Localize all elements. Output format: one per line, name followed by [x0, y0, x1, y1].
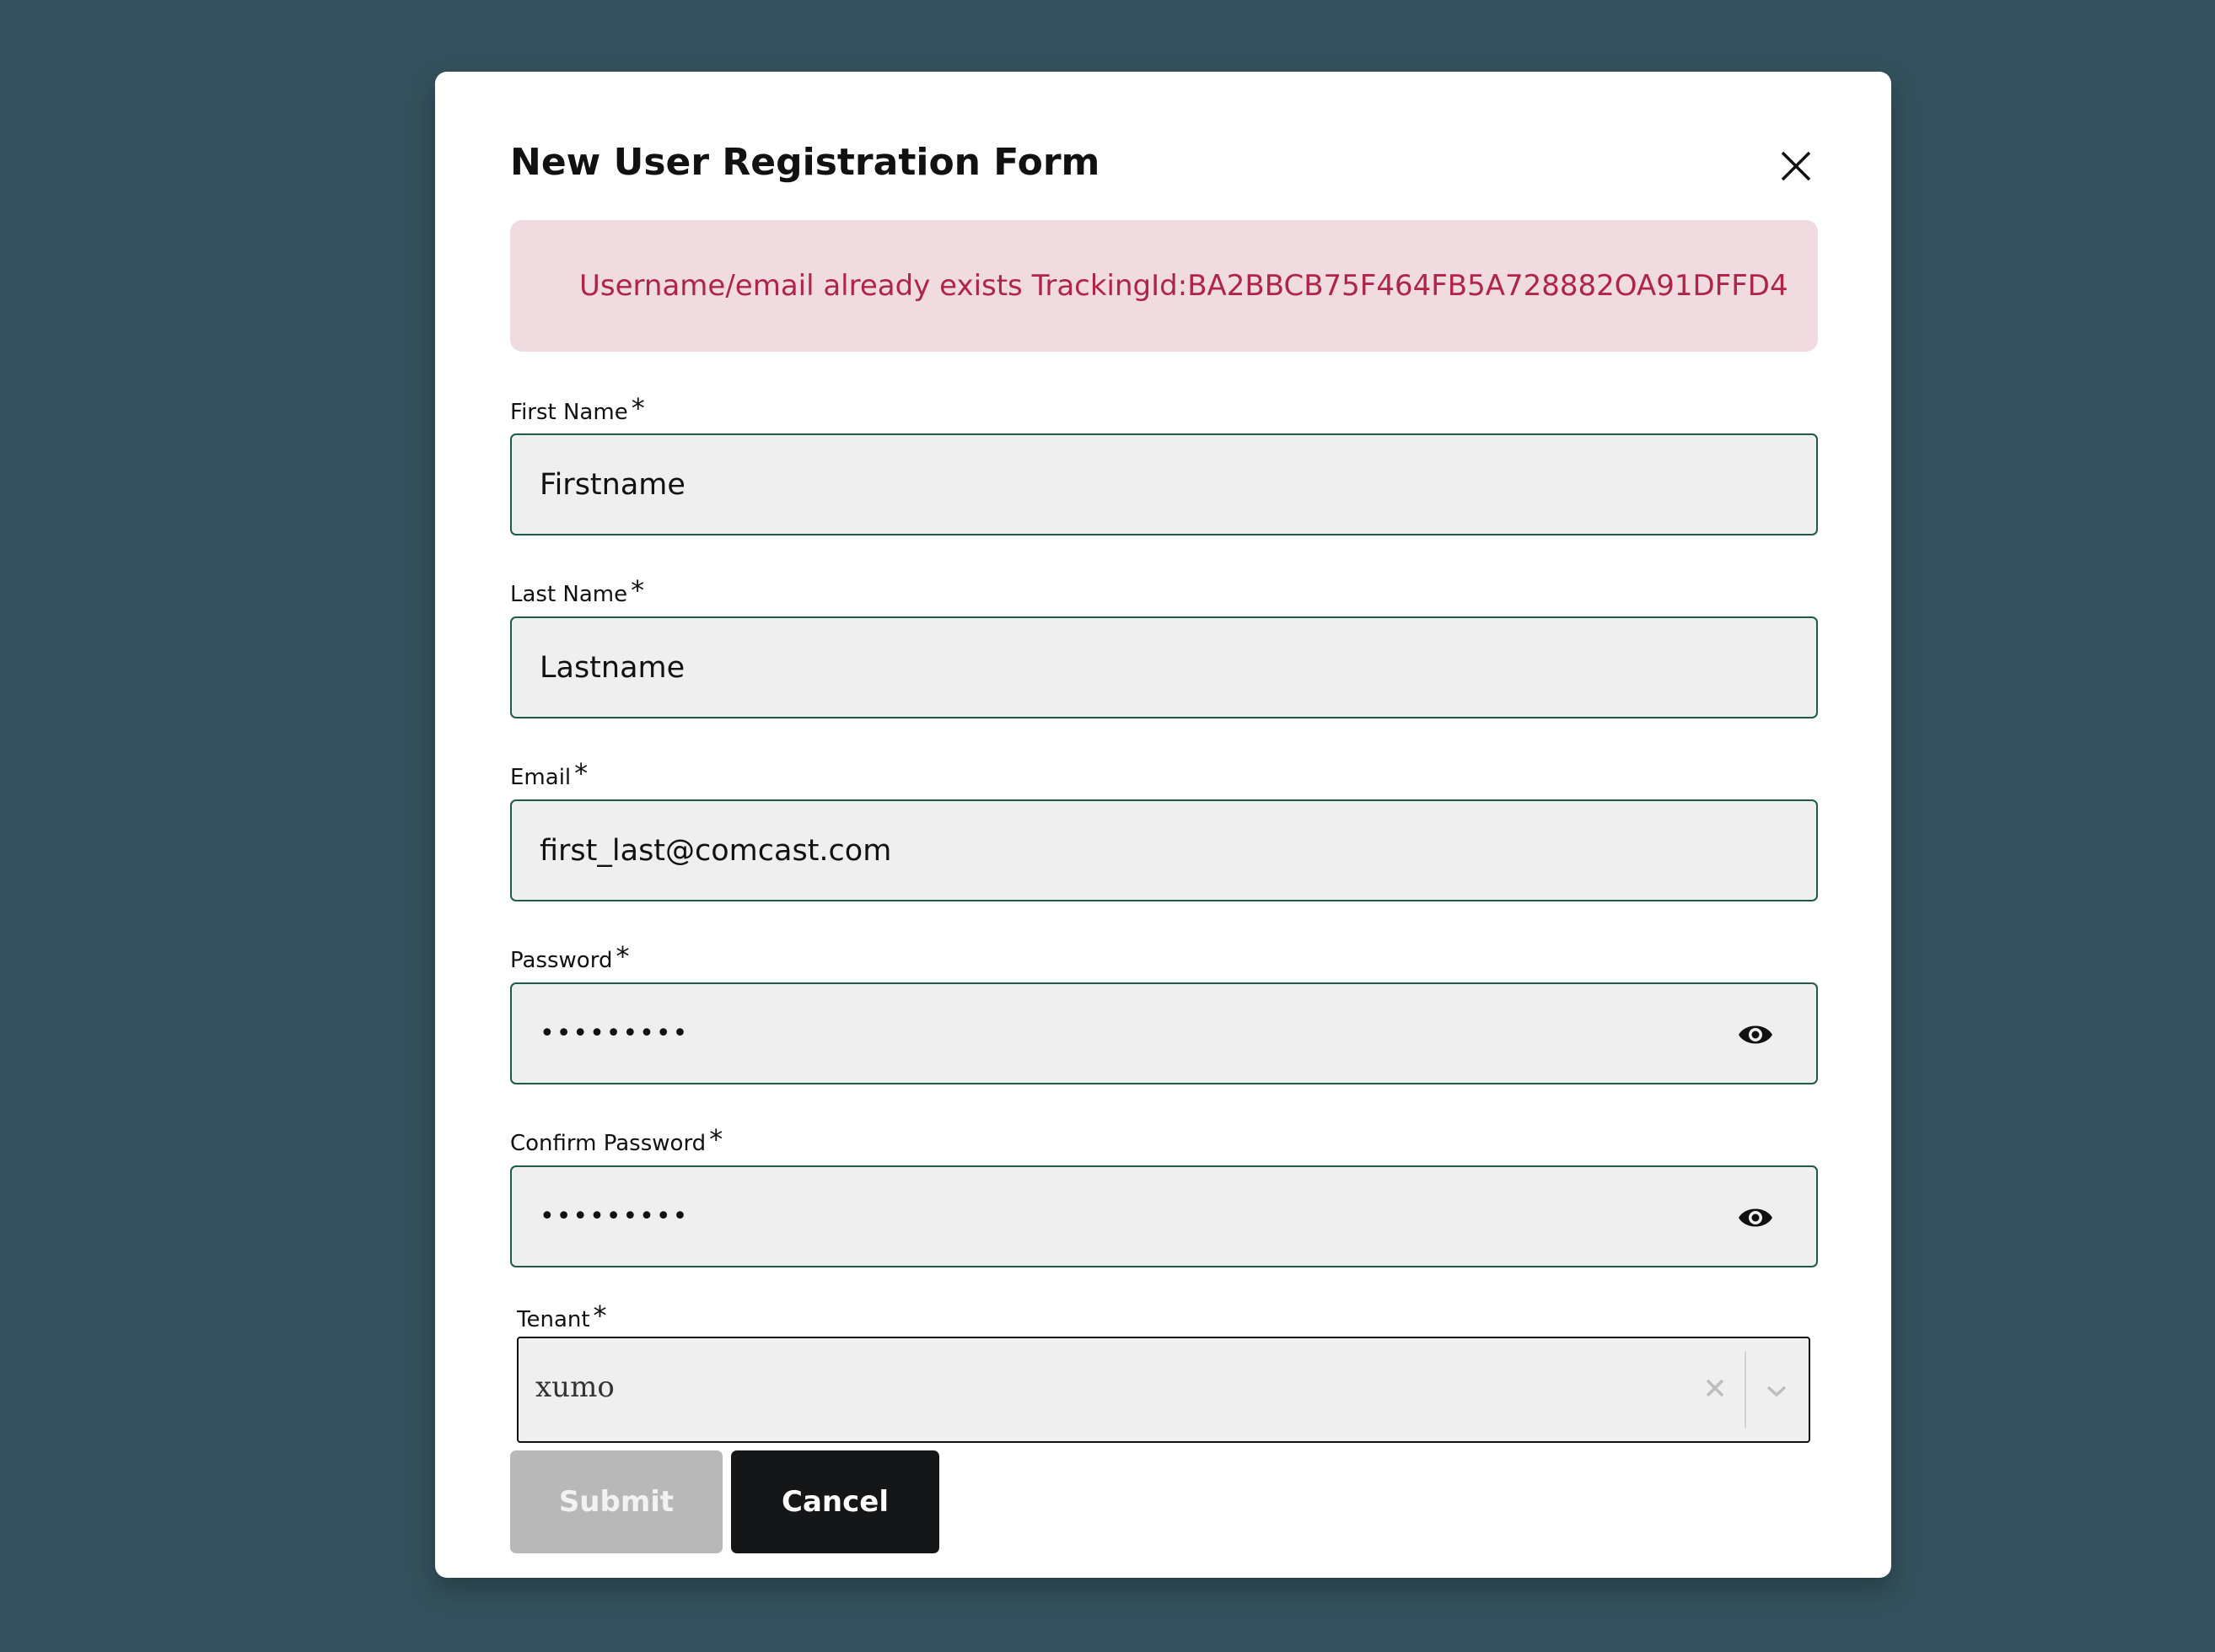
error-message: Username/email already exists TrackingId…	[579, 269, 1788, 303]
tenant-label-text: Tenant	[517, 1307, 590, 1332]
required-mark: *	[574, 757, 589, 789]
confirm-password-input[interactable]	[512, 1167, 1816, 1266]
last-name-label: Last Name *	[510, 574, 645, 608]
required-mark: *	[631, 392, 645, 424]
required-mark: *	[631, 574, 645, 606]
password-label: Password *	[510, 940, 630, 974]
eye-icon[interactable]	[1737, 1018, 1774, 1052]
required-mark: *	[709, 1123, 723, 1155]
last-name-label-text: Last Name	[510, 582, 628, 607]
cancel-button[interactable]: Cancel	[731, 1450, 939, 1553]
submit-button[interactable]: Submit	[510, 1450, 723, 1553]
last-name-input[interactable]	[512, 618, 1816, 717]
confirm-password-label: Confirm Password *	[510, 1123, 723, 1157]
error-alert: Username/email already exists TrackingId…	[510, 220, 1818, 352]
tenant-label: Tenant *	[517, 1300, 607, 1333]
chevron-down-icon[interactable]	[1763, 1380, 1790, 1401]
first-name-label: First Name *	[510, 392, 645, 426]
password-field[interactable]	[510, 982, 1818, 1084]
clear-icon[interactable]	[1704, 1377, 1726, 1399]
confirm-password-field[interactable]	[510, 1165, 1818, 1267]
first-name-field[interactable]	[510, 433, 1818, 535]
first-name-label-text: First Name	[510, 400, 628, 425]
email-label: Email *	[510, 757, 589, 791]
password-input[interactable]	[512, 984, 1816, 1083]
registration-modal: New User Registration Form Username/emai…	[435, 72, 1891, 1578]
select-divider	[1745, 1352, 1746, 1428]
email-input[interactable]	[512, 801, 1816, 900]
confirm-password-label-text: Confirm Password	[510, 1131, 707, 1156]
first-name-input[interactable]	[512, 435, 1816, 534]
required-mark: *	[593, 1300, 607, 1332]
password-label-text: Password	[510, 948, 613, 973]
modal-title: New User Registration Form	[510, 141, 1100, 184]
required-mark: *	[616, 940, 630, 972]
email-field[interactable]	[510, 799, 1818, 901]
tenant-selected-value: xumo	[535, 1370, 615, 1404]
close-icon[interactable]	[1779, 149, 1813, 183]
last-name-field[interactable]	[510, 616, 1818, 718]
tenant-select[interactable]: xumo	[517, 1337, 1810, 1443]
eye-icon[interactable]	[1737, 1201, 1774, 1235]
email-label-text: Email	[510, 765, 572, 790]
